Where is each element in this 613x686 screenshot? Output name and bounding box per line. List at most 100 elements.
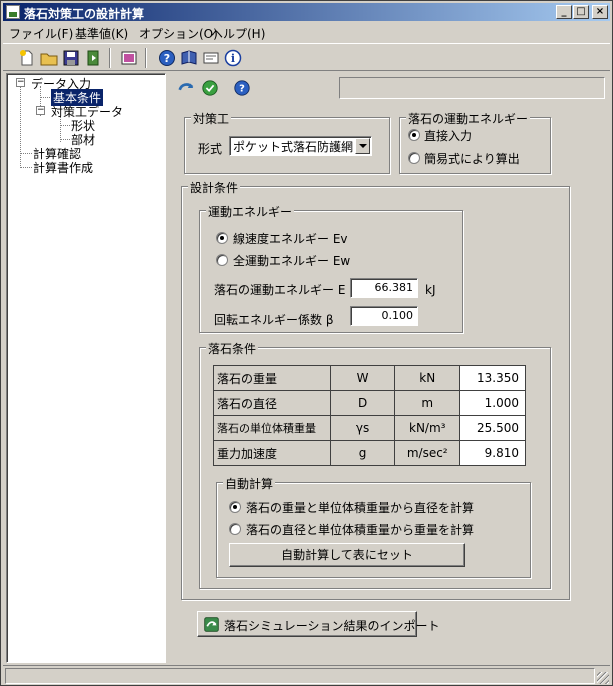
- tree-line: [20, 86, 21, 168]
- param-value-cell[interactable]: 25.500: [459, 415, 526, 441]
- svg-text:?: ?: [239, 84, 245, 95]
- menu-options[interactable]: オプション(O): [139, 25, 218, 42]
- tree-line: [20, 153, 32, 154]
- param-unit-cell: kN/m³: [394, 415, 461, 441]
- param-unit-cell: m: [394, 390, 461, 416]
- card-icon[interactable]: [201, 48, 221, 68]
- param-value-cell[interactable]: 13.350: [459, 365, 526, 391]
- info-icon[interactable]: i: [223, 48, 243, 68]
- table-row: 落石の単位体積重量 γs kN/m³ 25.500: [213, 415, 526, 441]
- table-row: 落石の重量 W kN 13.350: [213, 365, 526, 391]
- calc-diameter-radio[interactable]: [229, 501, 241, 513]
- tree-line: [60, 125, 70, 126]
- app-icon: [6, 5, 20, 19]
- rock-conditions-legend: 落石条件: [206, 340, 259, 357]
- status-bar: [3, 665, 610, 685]
- param-symbol-cell: D: [329, 390, 396, 416]
- status-pane: [5, 668, 595, 684]
- param-name-cell: 落石の単位体積重量: [213, 415, 331, 441]
- refresh-icon[interactable]: [177, 79, 195, 97]
- close-button[interactable]: ×: [592, 5, 608, 19]
- param-unit-cell: kN: [394, 365, 461, 391]
- tree-line: [60, 139, 70, 140]
- energy-value-input[interactable]: 66.381: [350, 278, 418, 298]
- app-window: 落石対策工の設計計算 _ □ × ファイル(F) 基準値(K) オプション(O)…: [0, 0, 613, 686]
- menu-bar: ファイル(F) 基準値(K) オプション(O) ヘルプ(H): [3, 22, 610, 42]
- panel-toolbar: ?: [171, 75, 611, 103]
- design-conditions-legend: 設計条件: [188, 179, 241, 196]
- energy-value-label: 落石の運動エネルギー E: [214, 283, 346, 297]
- color-settings-icon[interactable]: [119, 48, 139, 68]
- title-bar[interactable]: 落石対策工の設計計算 _ □ ×: [3, 3, 610, 21]
- confirm-check-icon[interactable]: [201, 79, 219, 97]
- type-label: 形式: [198, 142, 223, 156]
- save-disk-icon[interactable]: [61, 48, 81, 68]
- param-symbol-cell: γs: [329, 415, 396, 441]
- energy-input-legend: 落石の運動エネルギー: [406, 110, 531, 127]
- type-select-value: ポケット式落石防護網: [233, 140, 354, 154]
- export-icon[interactable]: [83, 48, 103, 68]
- chevron-down-icon[interactable]: [355, 138, 370, 154]
- param-name-cell: 重力加速度: [213, 440, 331, 466]
- minimize-button[interactable]: _: [556, 5, 572, 19]
- svg-text:i: i: [231, 52, 235, 65]
- navigation-tree: − データ入力 基本条件 − 対策工データ 形状 部材 計算確認 計算書作成: [6, 73, 166, 663]
- table-row: 重力加速度 g m/sec² 9.810: [213, 440, 526, 466]
- import-icon: [204, 617, 219, 632]
- tree-node-report[interactable]: 計算書作成: [33, 159, 93, 176]
- menu-file[interactable]: ファイル(F): [9, 25, 73, 42]
- open-folder-icon[interactable]: [39, 48, 59, 68]
- auto-calc-legend: 自動計算: [223, 475, 276, 492]
- type-select[interactable]: ポケット式落石防護網: [229, 136, 372, 156]
- calc-weight-radio[interactable]: [229, 523, 241, 535]
- help-icon[interactable]: ?: [157, 48, 177, 68]
- calc-diameter-label[interactable]: 落石の重量と単位体積重量から直径を計算: [246, 499, 474, 516]
- import-simulation-button[interactable]: 落石シミュレーション結果のインポート: [197, 611, 440, 637]
- kinetic-energy-legend: 運動エネルギー: [206, 203, 295, 220]
- message-box: [339, 77, 605, 99]
- countermeasure-legend: 対策工: [191, 110, 232, 127]
- countermeasure-group: 対策工 形式 ポケット式落石防護網: [184, 110, 390, 174]
- direct-input-radio[interactable]: [408, 129, 420, 141]
- menu-help[interactable]: ヘルプ(H): [211, 25, 265, 42]
- import-simulation-label: 落石シミュレーション結果のインポート: [224, 619, 440, 633]
- rotation-coefficient-input[interactable]: 0.100: [350, 306, 418, 326]
- param-unit-cell: m/sec²: [394, 440, 461, 466]
- rock-parameter-table: 落石の重量 W kN 13.350 落石の直径 D m 1.000 落石の単位体…: [213, 365, 526, 466]
- param-name-cell: 落石の直径: [213, 390, 331, 416]
- direct-input-label[interactable]: 直接入力: [424, 127, 472, 144]
- menu-standard-values[interactable]: 基準値(K): [75, 25, 128, 42]
- linear-energy-radio[interactable]: [216, 232, 228, 244]
- energy-unit-label: kJ: [425, 283, 436, 297]
- linear-energy-label[interactable]: 線速度エネルギー Ev: [233, 230, 348, 247]
- param-value-cell[interactable]: 1.000: [459, 390, 526, 416]
- toolbar-separator: [145, 48, 147, 68]
- collapse-toggle-icon[interactable]: −: [36, 106, 45, 115]
- toolbar-separator: [109, 48, 111, 68]
- book-icon[interactable]: [179, 48, 199, 68]
- calc-weight-label[interactable]: 落石の直径と単位体積重量から重量を計算: [246, 521, 474, 538]
- simple-formula-label[interactable]: 簡易式により算出: [424, 150, 520, 167]
- help-icon[interactable]: ?: [233, 79, 251, 97]
- svg-text:?: ?: [164, 52, 170, 65]
- auto-calc-set-button[interactable]: 自動計算して表にセット: [229, 543, 465, 567]
- param-name-cell: 落石の重量: [213, 365, 331, 391]
- param-value-cell[interactable]: 9.810: [459, 440, 526, 466]
- param-symbol-cell: g: [329, 440, 396, 466]
- param-symbol-cell: W: [329, 365, 396, 391]
- window-title: 落石対策工の設計計算: [24, 7, 145, 21]
- main-toolbar: ? i: [3, 43, 610, 71]
- table-row: 落石の直径 D m 1.000: [213, 390, 526, 416]
- new-file-icon[interactable]: [17, 48, 37, 68]
- total-energy-label[interactable]: 全運動エネルギー Ew: [233, 252, 350, 269]
- energy-input-group: 落石の運動エネルギー 直接入力 簡易式により算出: [399, 110, 551, 174]
- tree-line: [20, 167, 32, 168]
- simple-formula-radio[interactable]: [408, 152, 420, 164]
- rotation-coefficient-label: 回転エネルギー係数 β: [214, 313, 334, 327]
- auto-calc-group: 自動計算 落石の重量と単位体積重量から直径を計算 落石の直径と単位体積重量から重…: [216, 475, 531, 578]
- total-energy-radio[interactable]: [216, 254, 228, 266]
- collapse-toggle-icon[interactable]: −: [16, 78, 25, 87]
- kinetic-energy-group: 運動エネルギー 線速度エネルギー Ev 全運動エネルギー Ew 落石の運動エネル…: [199, 203, 463, 333]
- maximize-button[interactable]: □: [573, 5, 589, 19]
- resize-grip-icon[interactable]: [597, 672, 609, 684]
